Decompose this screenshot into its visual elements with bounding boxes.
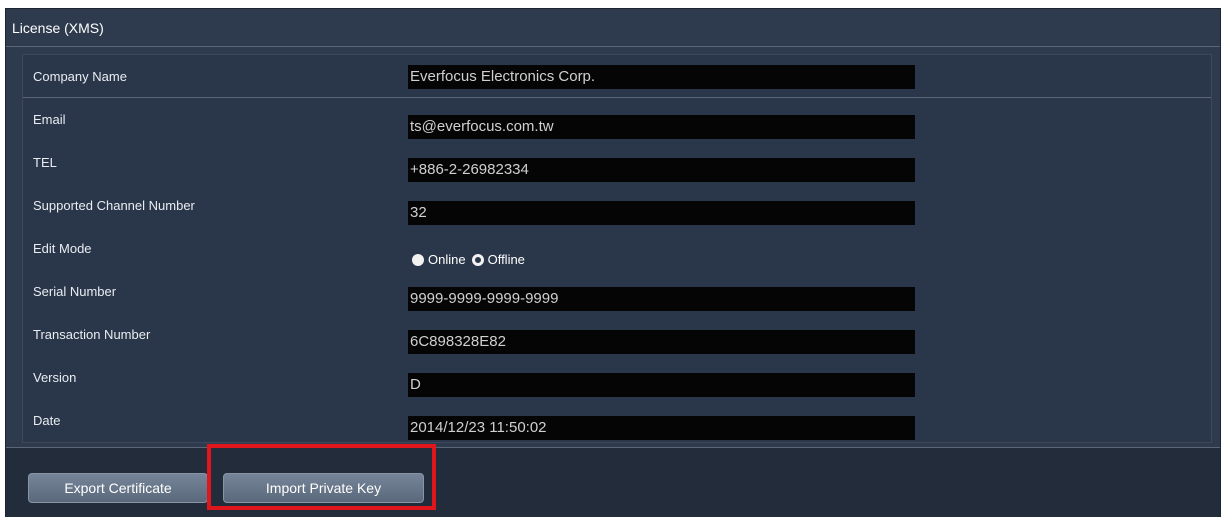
row-date: Date 2014/12/23 11:50:02 <box>23 399 1211 442</box>
online-radio-label[interactable]: Online <box>428 252 466 267</box>
offline-radio-label[interactable]: Offline <box>488 252 525 267</box>
email-field[interactable]: ts@everfocus.com.tw <box>408 115 915 139</box>
date-label: Date <box>33 413 61 428</box>
offline-radio[interactable] <box>471 253 484 266</box>
serial-number-label: Serial Number <box>33 284 117 299</box>
export-certificate-button[interactable]: Export Certificate <box>28 473 208 503</box>
transaction-number-field[interactable]: 6C898328E82 <box>408 330 915 354</box>
email-label: Email <box>33 112 66 127</box>
company-name-label: Company Name <box>33 68 127 84</box>
online-radio[interactable] <box>412 253 424 266</box>
row-email: Email ts@everfocus.com.tw <box>23 98 1211 141</box>
row-company-name: Company Name Everfocus Electronics Corp. <box>23 55 1211 98</box>
edit-mode-label: Edit Mode <box>33 241 92 256</box>
import-private-key-button[interactable]: Import Private Key <box>223 473 424 503</box>
row-serial-number: Serial Number 9999-9999-9999-9999 <box>23 270 1211 313</box>
company-name-field[interactable]: Everfocus Electronics Corp. <box>408 65 915 89</box>
row-version: Version D <box>23 356 1211 399</box>
transaction-number-label: Transaction Number <box>33 327 151 342</box>
supported-channels-label: Supported Channel Number <box>33 198 195 213</box>
row-tel: TEL +886-2-26982334 <box>23 141 1211 184</box>
version-label: Version <box>33 370 77 385</box>
button-bar: Export Certificate Import Private Key <box>6 447 1220 517</box>
tel-field[interactable]: +886-2-26982334 <box>408 158 915 182</box>
row-transaction-number: Transaction Number 6C898328E82 <box>23 313 1211 356</box>
version-field[interactable]: D <box>408 373 915 397</box>
supported-channels-field[interactable]: 32 <box>408 201 915 225</box>
tel-label: TEL <box>33 155 57 170</box>
license-panel: License (XMS) Company Name Everfocus Ele… <box>5 8 1221 517</box>
license-form: Company Name Everfocus Electronics Corp.… <box>22 54 1212 443</box>
panel-title: License (XMS) <box>6 9 1220 47</box>
row-supported-channels: Supported Channel Number 32 <box>23 184 1211 227</box>
date-field[interactable]: 2014/12/23 11:50:02 <box>408 416 915 440</box>
serial-number-field[interactable]: 9999-9999-9999-9999 <box>408 287 915 311</box>
row-edit-mode: Edit Mode Online Offline <box>23 227 1211 270</box>
